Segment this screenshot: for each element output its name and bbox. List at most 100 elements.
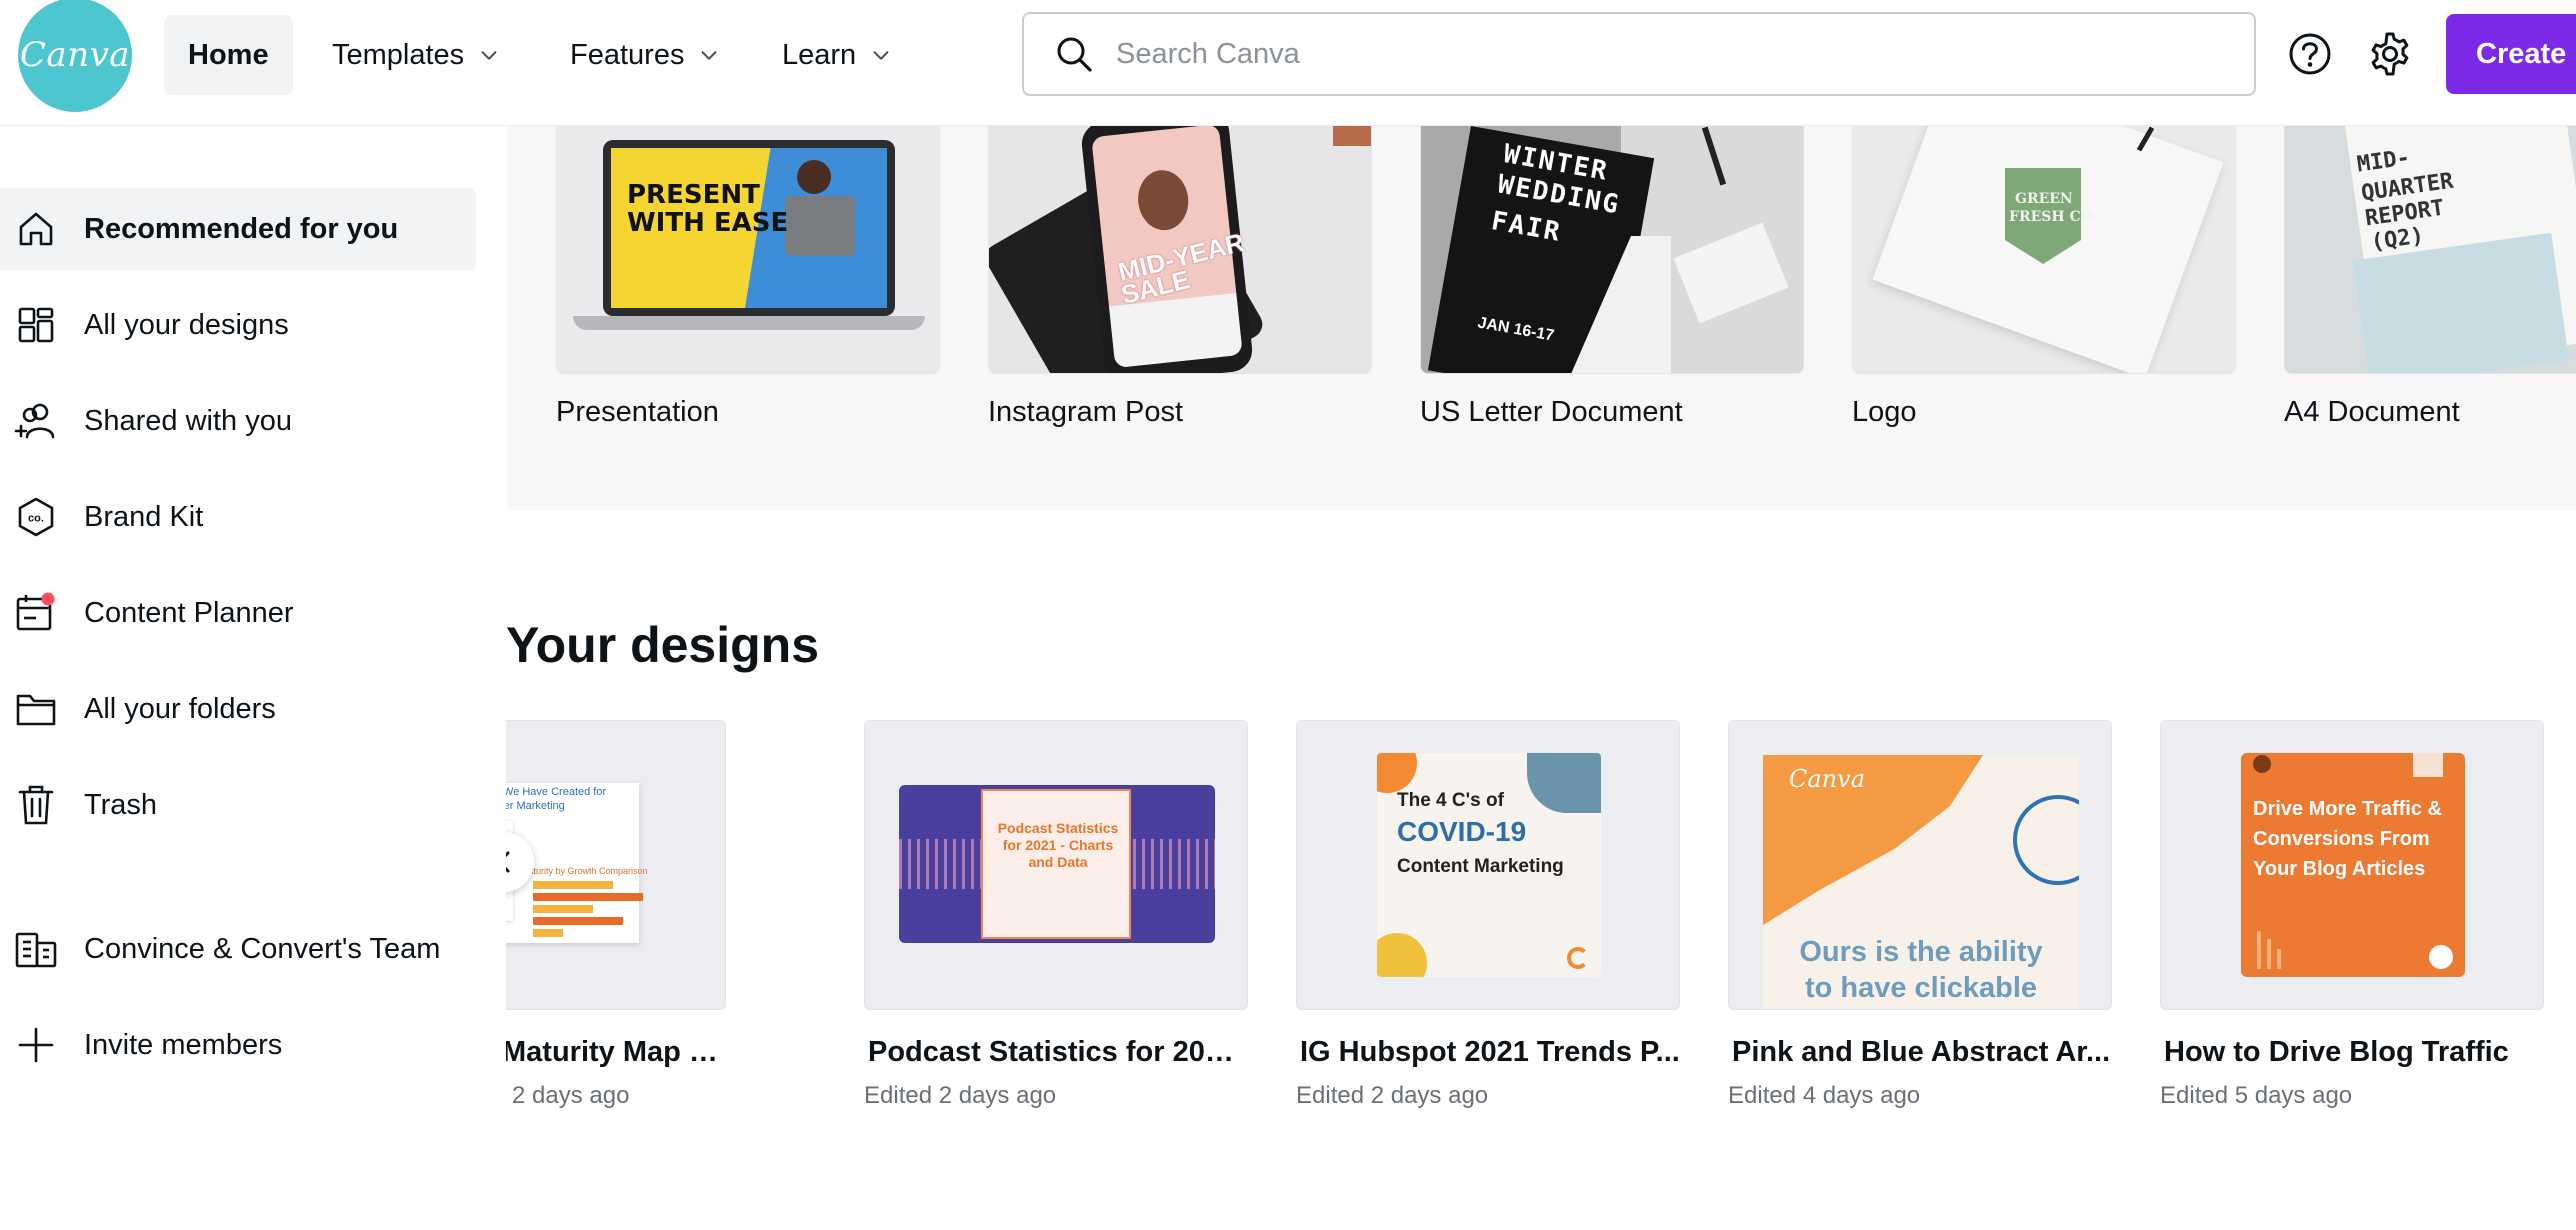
template-card-logo[interactable]: GREEN FRESH CO. Logo bbox=[1852, 126, 2236, 428]
team-icon bbox=[14, 927, 58, 971]
help-button[interactable] bbox=[2282, 26, 2338, 82]
design-meta: Edited 5 days ago bbox=[2160, 1082, 2353, 1109]
template-art-line: PRESENT bbox=[627, 180, 760, 210]
sidebar-item-recommended[interactable]: Recommended for you bbox=[0, 188, 476, 270]
create-design-button[interactable]: Create bbox=[2446, 14, 2576, 94]
chevron-down-icon bbox=[481, 51, 497, 60]
template-art-line: WITH EASE bbox=[627, 208, 789, 238]
sidebar-item-shared[interactable]: Shared with you bbox=[0, 380, 476, 462]
invite-members-button[interactable]: Invite members bbox=[0, 1004, 476, 1086]
sidebar-item-team[interactable]: Convince & Convert's Team bbox=[0, 908, 476, 990]
sidebar-item-brand-kit[interactable]: co. Brand Kit bbox=[0, 476, 476, 558]
nav-learn-label: Learn bbox=[782, 38, 857, 71]
svg-text:co.: co. bbox=[28, 513, 44, 525]
main-content: PRESENT WITH EASE Presentation MID-YEAR … bbox=[506, 126, 2576, 1230]
bar-graphic bbox=[533, 929, 563, 937]
design-card[interactable]: The 4 C's of COVID-19 Content Marketing … bbox=[1296, 720, 1680, 1109]
create-label: Create bbox=[2476, 37, 2567, 70]
template-art-line: FRESH CO. bbox=[2009, 209, 2097, 225]
design-art-line: and Data bbox=[1028, 854, 1088, 870]
logo-text: Canva bbox=[19, 35, 131, 75]
template-card-presentation[interactable]: PRESENT WITH EASE Presentation bbox=[556, 126, 940, 428]
design-art-line: Content Marketing bbox=[1397, 856, 1564, 877]
chevron-left-icon bbox=[506, 851, 510, 873]
nav-learn[interactable]: Learn bbox=[758, 15, 916, 95]
design-art-line: Ours is the ability bbox=[1799, 936, 2043, 968]
decor-strip bbox=[1333, 126, 1371, 146]
design-card[interactable]: Drive More Traffic & Conversions From Yo… bbox=[2160, 720, 2544, 1109]
brand-mark bbox=[1567, 947, 1589, 969]
shared-users-icon bbox=[14, 399, 58, 443]
design-meta: 2 days ago bbox=[512, 1082, 630, 1109]
settings-button[interactable] bbox=[2362, 26, 2418, 82]
template-label: Logo bbox=[1852, 396, 1917, 428]
nav-templates[interactable]: Templates bbox=[308, 15, 524, 95]
sidebar-item-content-planner[interactable]: Content Planner bbox=[0, 572, 476, 654]
design-art-line: Drive More Traffic & bbox=[2253, 798, 2442, 820]
template-label: A4 Document bbox=[2284, 396, 2460, 428]
sidebar-item-folders[interactable]: All your folders bbox=[0, 668, 476, 750]
grid-icon bbox=[14, 303, 58, 347]
template-thumbnail: MID-YEAR SALE bbox=[988, 126, 1372, 374]
your-designs-heading: Your designs bbox=[506, 617, 820, 673]
design-thumbnail: The 4 C's of COVID-19 Content Marketing bbox=[1296, 720, 1680, 1010]
design-art-line: The 4 C's of bbox=[1397, 790, 1504, 811]
sidebar-item-label: Trash bbox=[84, 788, 158, 821]
bar-graphic bbox=[533, 881, 613, 889]
nav-templates-label: Templates bbox=[332, 38, 465, 71]
template-card-us-letter[interactable]: WINTER WEDDING FAIR JAN 16-17 US Letter … bbox=[1420, 126, 1804, 428]
design-title: Maturity Map Graphics bbox=[506, 1036, 726, 1068]
sidebar-item-all-designs[interactable]: All your designs bbox=[0, 284, 476, 366]
design-art-line: for 2021 - Charts bbox=[1002, 837, 1114, 853]
design-card[interactable]: Podcast Statistics for 2021 - Charts and… bbox=[864, 720, 1248, 1109]
design-thumbnail: Drive More Traffic & Conversions From Yo… bbox=[2160, 720, 2544, 1010]
template-card-a4-document[interactable]: MID- QUARTER REPORT (Q2) A4 Document bbox=[2284, 126, 2576, 428]
gear-icon bbox=[2371, 32, 2409, 76]
template-art-line: GREEN bbox=[2015, 191, 2073, 207]
design-art-line: Podcast Statistics bbox=[997, 820, 1119, 836]
sidebar-item-label: Brand Kit bbox=[84, 500, 204, 533]
calendar-icon bbox=[14, 591, 58, 635]
nav-home[interactable]: Home bbox=[164, 15, 293, 95]
help-icon bbox=[2289, 33, 2331, 75]
template-label: US Letter Document bbox=[1420, 396, 1683, 428]
person-laptop bbox=[785, 196, 855, 256]
nav-features[interactable]: Features bbox=[546, 15, 744, 95]
sidebar-item-trash[interactable]: Trash bbox=[0, 764, 476, 846]
design-art-logo: Canva bbox=[1789, 765, 1865, 793]
design-art-line: Your Blog Articles bbox=[2253, 858, 2426, 880]
sidebar-item-label: Convince & Convert's Team bbox=[84, 932, 441, 965]
laptop-base bbox=[573, 316, 925, 330]
sidebar-item-label: Recommended for you bbox=[84, 212, 399, 245]
design-art-line: Maturity by Growth Comparison bbox=[521, 866, 648, 876]
design-title: Pink and Blue Abstract Ar... bbox=[1732, 1036, 2111, 1068]
home-icon bbox=[14, 207, 58, 251]
search-input[interactable] bbox=[1116, 37, 2116, 71]
bar-graphic bbox=[533, 905, 593, 913]
chevron-down-icon bbox=[873, 51, 889, 60]
bar-graphic bbox=[533, 917, 623, 925]
template-thumbnail: PRESENT WITH EASE bbox=[556, 126, 940, 374]
design-art-line: Conversions From bbox=[2253, 828, 2430, 850]
brand-mark bbox=[2429, 945, 2453, 969]
sidebar-item-label: Invite members bbox=[84, 1028, 283, 1061]
design-title: IG Hubspot 2021 Trends P... bbox=[1300, 1036, 1680, 1068]
design-art-line: Cisco's Partner Marketing bbox=[506, 800, 565, 812]
design-title: Podcast Statistics for 2021... bbox=[868, 1036, 1248, 1068]
design-card[interactable]: Examples of Content We Have Created for … bbox=[506, 720, 726, 1109]
folder-icon bbox=[14, 687, 58, 731]
search-bar[interactable] bbox=[1022, 12, 2256, 96]
template-label: Instagram Post bbox=[988, 396, 1184, 428]
search-icon bbox=[1057, 37, 1092, 72]
design-meta: Edited 2 days ago bbox=[864, 1082, 1057, 1109]
design-meta: Edited 2 days ago bbox=[1296, 1082, 1489, 1109]
design-card[interactable]: Canva Ours is the ability to have clicka… bbox=[1728, 720, 2112, 1109]
sidebar-item-label: All your folders bbox=[84, 692, 276, 725]
brand-kit-icon: co. bbox=[14, 495, 58, 539]
top-bar: Canva Home Templates Features Learn Sear… bbox=[0, 0, 2576, 126]
template-thumbnail: GREEN FRESH CO. bbox=[1852, 126, 2236, 374]
design-art-line: Examples of Content We Have Created for bbox=[506, 786, 607, 798]
canva-logo[interactable]: Canva bbox=[18, 0, 132, 112]
template-label: Presentation bbox=[556, 396, 719, 428]
template-card-instagram-post[interactable]: MID-YEAR SALE Instagram Post bbox=[988, 126, 1372, 428]
